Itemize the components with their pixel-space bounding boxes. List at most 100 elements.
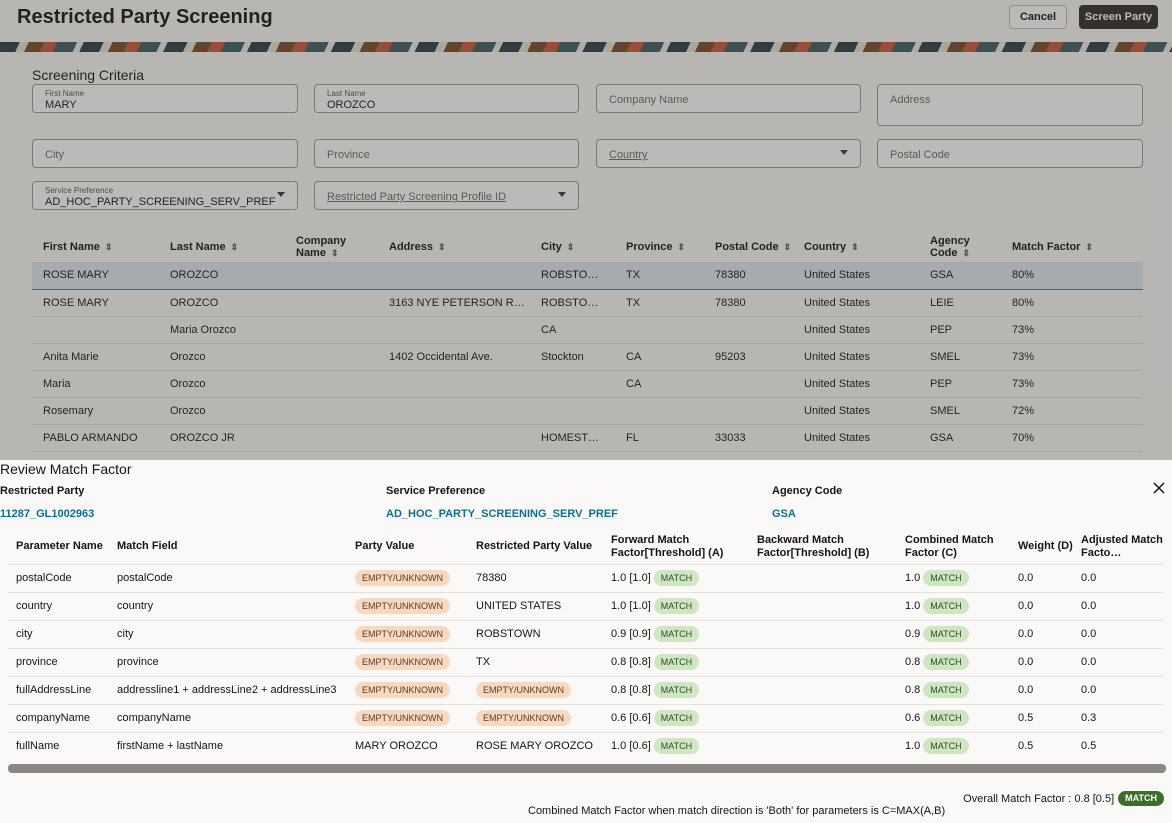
factor-value: 1.0 [0.6] [611, 740, 651, 753]
empty-unknown-badge: EMPTY/UNKNOWN [355, 710, 450, 726]
match-badge: MATCH [923, 598, 969, 614]
factor-value: 1.0 [905, 600, 921, 612]
match-factor-cell-adj: 0.0 [1073, 591, 1164, 620]
match-factor-cell-field: city [109, 619, 347, 648]
match-factor-cell-comb: 1.0 MATCH [897, 563, 1010, 592]
modal-overlay[interactable] [0, 0, 1172, 460]
match-factor-cell-comb: 1.0 MATCH [897, 591, 1010, 620]
match-factor-cell-adj: 0.0 [1073, 619, 1164, 648]
service-preference-link[interactable]: AD_HOC_PARTY_SCREENING_SERV_PREF [386, 508, 618, 520]
match-factor-cell-rp: ROSE MARY OROZCO [468, 731, 603, 760]
match-badge: MATCH [653, 710, 700, 726]
match-factor-cell-party: EMPTY/UNKNOWN [347, 619, 468, 648]
match-factor-column-header: Party Value [355, 540, 415, 553]
match-factor-cell-rp: TX [468, 647, 603, 676]
match-badge: MATCH [923, 654, 969, 670]
drawer-title: Review Match Factor [0, 461, 132, 477]
empty-unknown-badge: EMPTY/UNKNOWN [355, 626, 450, 642]
agency-code-link[interactable]: GSA [772, 508, 796, 520]
match-factor-column-header: Combined Match Factor (C) [905, 533, 994, 559]
match-factor-cell-adj: 0.0 [1073, 563, 1164, 592]
restricted-party-label: Restricted Party [0, 485, 85, 497]
match-factor-cell-fwd: 1.0 [1.0] MATCH [603, 591, 749, 620]
match-factor-cell-field: firstName + lastName [109, 731, 347, 760]
factor-value: 0.8 [905, 684, 921, 696]
match-factor-cell-param: fullName [8, 731, 109, 760]
overall-match-badge: MATCH [1118, 791, 1164, 806]
match-factor-row: companyName companyName EMPTY/UNKNOWN EMPTY… [8, 703, 1164, 732]
match-badge: MATCH [923, 682, 969, 698]
match-factor-row: province province EMPTY/UNKNOWN TX 0.8 [0.8]… [8, 647, 1164, 676]
match-factor-cell-bwd [749, 731, 897, 760]
match-factor-cell-adj: 0.3 [1073, 703, 1164, 732]
empty-unknown-badge: EMPTY/UNKNOWN [476, 682, 571, 698]
match-factor-cell-param: city [8, 619, 109, 648]
match-factor-cell-comb: 0.6 MATCH [897, 703, 1010, 732]
empty-unknown-badge: EMPTY/UNKNOWN [476, 710, 571, 726]
match-factor-cell-comb: 0.8 MATCH [897, 675, 1010, 704]
empty-unknown-badge: EMPTY/UNKNOWN [355, 682, 450, 698]
match-factor-cell-party: EMPTY/UNKNOWN [347, 675, 468, 704]
match-factor-cell-weight: 0.0 [1010, 591, 1073, 620]
match-factor-cell-weight: 0.0 [1010, 619, 1073, 648]
factor-value: 1.0 [905, 740, 921, 753]
agency-code-label: Agency Code [772, 485, 843, 497]
factor-value: 0.6 [905, 712, 921, 724]
match-factor-cell-fwd: 0.8 [0.8] MATCH [603, 675, 749, 704]
match-factor-cell-fwd: 0.9 [0.9] MATCH [603, 619, 749, 648]
horizontal-scrollbar[interactable] [8, 764, 1166, 773]
match-factor-cell-adj: 0.0 [1073, 675, 1164, 704]
factor-value: 0.6 [0.6] [611, 712, 651, 724]
match-factor-cell-comb: 1.0 MATCH [897, 731, 1010, 760]
match-factor-cell-field: addressline1 + addressLine2 + addressLin… [109, 675, 347, 704]
factor-value: 0.8 [905, 656, 921, 668]
factor-value: 0.9 [0.9] [611, 628, 651, 640]
match-factor-cell-rp: UNITED STATES [468, 591, 603, 620]
match-factor-cell-adj: 0.5 [1073, 731, 1164, 760]
close-icon[interactable] [1151, 480, 1167, 496]
factor-value: 0.8 [0.8] [611, 656, 651, 668]
match-factor-cell-comb: 0.8 MATCH [897, 647, 1010, 676]
match-badge: MATCH [653, 598, 700, 614]
match-badge: MATCH [653, 626, 700, 642]
match-factor-cell-rp: EMPTY/UNKNOWN [468, 675, 603, 704]
match-factor-column-header: Parameter Name [16, 540, 103, 553]
match-factor-cell-param: province [8, 647, 109, 676]
match-factor-cell-param: companyName [8, 703, 109, 732]
match-factor-cell-weight: 0.5 [1010, 703, 1073, 732]
match-factor-cell-bwd [749, 703, 897, 732]
match-badge: MATCH [923, 570, 969, 586]
screening-page: Restricted Party Screening Cancel Screen… [0, 0, 1172, 460]
match-factor-cell-param: country [8, 591, 109, 620]
match-factor-cell-bwd [749, 619, 897, 648]
match-factor-cell-weight: 0.0 [1010, 563, 1073, 592]
match-factor-row: city city EMPTY/UNKNOWN ROBSTOWN 0.9 [0.9] MA… [8, 619, 1164, 648]
match-factor-cell-field: companyName [109, 703, 347, 732]
match-badge: MATCH [653, 570, 700, 586]
match-factor-row: fullAddressLine addressline1 + addressLin… [8, 675, 1164, 704]
match-badge: MATCH [653, 654, 700, 670]
match-factor-column-header: Weight (D) [1018, 540, 1073, 553]
match-factor-row: fullName firstName + lastName MARY OROZCO R… [8, 731, 1164, 760]
restricted-party-link[interactable]: 11287_GL1002963 [0, 508, 94, 520]
match-badge: MATCH [923, 626, 969, 642]
empty-unknown-badge: EMPTY/UNKNOWN [355, 598, 450, 614]
match-factor-cell-party: EMPTY/UNKNOWN [347, 591, 468, 620]
match-factor-column-header: Restricted Party Value [476, 540, 593, 553]
match-factor-cell-field: country [109, 591, 347, 620]
factor-value: 1.0 [1.0] [611, 572, 651, 584]
review-match-factor-drawer: Review Match Factor Restricted Party 112… [0, 460, 1172, 823]
match-factor-cell-bwd [749, 647, 897, 676]
match-factor-cell-fwd: 1.0 [1.0] MATCH [603, 563, 749, 592]
match-badge: MATCH [653, 738, 700, 755]
match-factor-cell-fwd: 0.6 [0.6] MATCH [603, 703, 749, 732]
match-factor-cell-bwd [749, 675, 897, 704]
match-factor-cell-param: postalCode [8, 563, 109, 592]
match-factor-table: Parameter Name Match Field Party Value Rest… [8, 530, 1164, 760]
match-factor-header-row: Parameter Name Match Field Party Value Rest… [8, 530, 1164, 564]
match-factor-column-header: Backward Match Factor[Threshold] (B) [757, 533, 870, 559]
scrollbar-thumb[interactable] [8, 764, 1166, 773]
match-factor-cell-comb: 0.9 MATCH [897, 619, 1010, 648]
match-factor-column-header: Forward Match Factor[Threshold] (A) [611, 533, 724, 559]
match-factor-cell-bwd [749, 591, 897, 620]
